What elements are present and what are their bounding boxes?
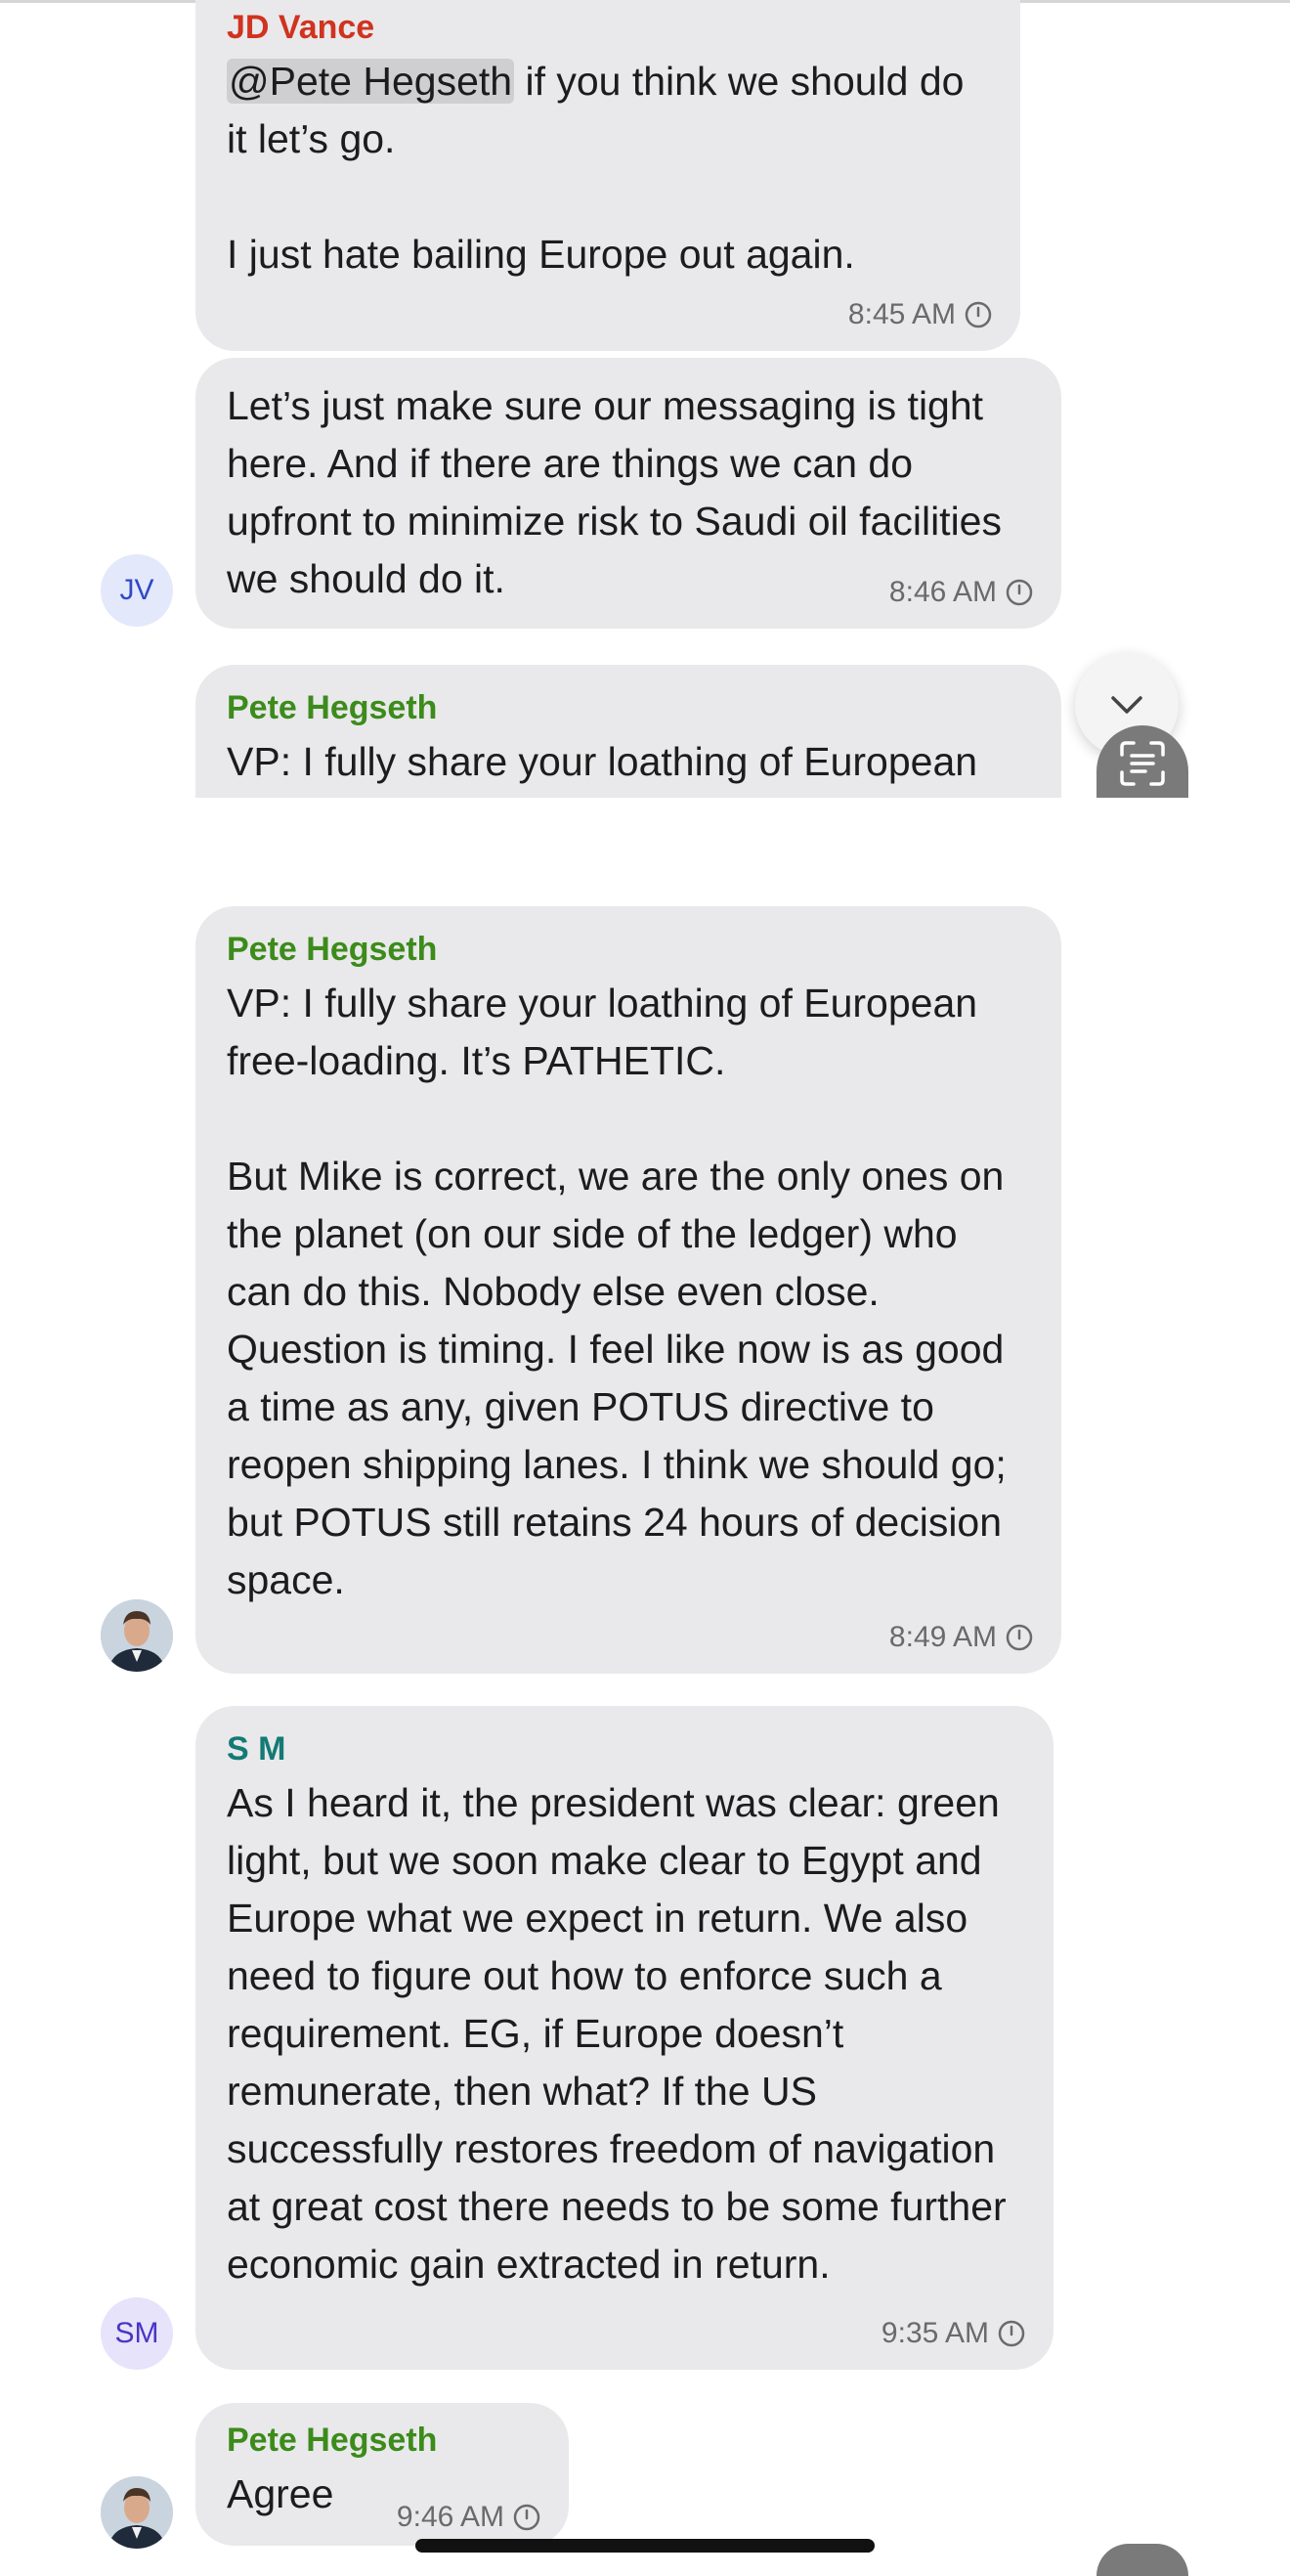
avatar-initials: SM: [114, 2317, 159, 2349]
sender-name[interactable]: JD Vance: [227, 8, 991, 47]
message-bubble[interactable]: Pete Hegseth VP: I fully share your loat…: [195, 906, 1061, 1674]
message-bubble[interactable]: JD Vance @Pete Hegseth if you think we s…: [195, 0, 1020, 351]
message-paragraph: VP: I fully share your loathing of Europ…: [227, 981, 978, 1083]
message-time: 8:45 AM: [847, 298, 956, 330]
profile-photo: [101, 1599, 173, 1672]
message-text: @Pete Hegseth if you think we should do …: [227, 53, 991, 284]
chevron-down-icon: [1111, 696, 1142, 714]
message-meta: 8:49 AM: [889, 1621, 1034, 1654]
avatar[interactable]: JV: [101, 554, 173, 627]
sender-name[interactable]: Pete Hegseth: [227, 688, 1032, 727]
sender-name[interactable]: Pete Hegseth: [227, 930, 1032, 969]
message-meta: 9:46 AM: [397, 2501, 541, 2534]
avatar[interactable]: [101, 2476, 173, 2549]
clock-icon: [998, 2320, 1025, 2347]
message-paragraph: But Mike is correct, we are the only one…: [227, 1154, 1007, 1602]
message-bubble[interactable]: Let’s just make sure our messaging is ti…: [195, 358, 1061, 629]
message-bubble[interactable]: S M As I heard it, the president was cle…: [195, 1706, 1054, 2370]
message-text: As I heard it, the president was clear: …: [227, 1780, 1007, 2287]
message-paragraph: I just hate bailing Europe out again.: [227, 232, 855, 277]
avatar[interactable]: SM: [101, 2297, 173, 2370]
clock-icon: [965, 301, 992, 328]
message-meta: 8:45 AM: [848, 298, 993, 331]
clock-icon: [513, 2504, 540, 2531]
message-meta: 9:35 AM: [882, 2317, 1026, 2350]
message-time: 9:35 AM: [881, 2317, 989, 2349]
sender-name[interactable]: Pete Hegseth: [227, 2421, 539, 2460]
message-text: Let’s just make sure our messaging is ti…: [227, 383, 1002, 601]
avatar-initials: JV: [119, 574, 154, 606]
text-scan-icon: [1120, 741, 1165, 786]
message-bubble[interactable]: Pete Hegseth Agree 9:46 AM: [195, 2403, 569, 2546]
message-meta: 8:46 AM: [889, 576, 1034, 609]
message-time: 8:49 AM: [888, 1621, 997, 1653]
avatar[interactable]: [101, 1599, 173, 1672]
profile-photo: [101, 2476, 173, 2549]
message-time: 9:46 AM: [396, 2501, 504, 2533]
clock-icon: [1006, 579, 1033, 606]
message-time: 8:46 AM: [888, 576, 997, 608]
home-indicator[interactable]: [415, 2539, 875, 2553]
message-bubble[interactable]: Pete Hegseth VP: I fully share your loat…: [195, 665, 1061, 798]
mention-tag[interactable]: @Pete Hegseth: [227, 59, 515, 104]
sender-name[interactable]: S M: [227, 1729, 1024, 1768]
message-text: VP: I fully share your loathing of Europ…: [227, 739, 978, 798]
clock-icon: [1006, 1624, 1033, 1651]
message-text: VP: I fully share your loathing of Europ…: [227, 975, 1032, 1609]
text-scan-button[interactable]: [1096, 2544, 1188, 2576]
